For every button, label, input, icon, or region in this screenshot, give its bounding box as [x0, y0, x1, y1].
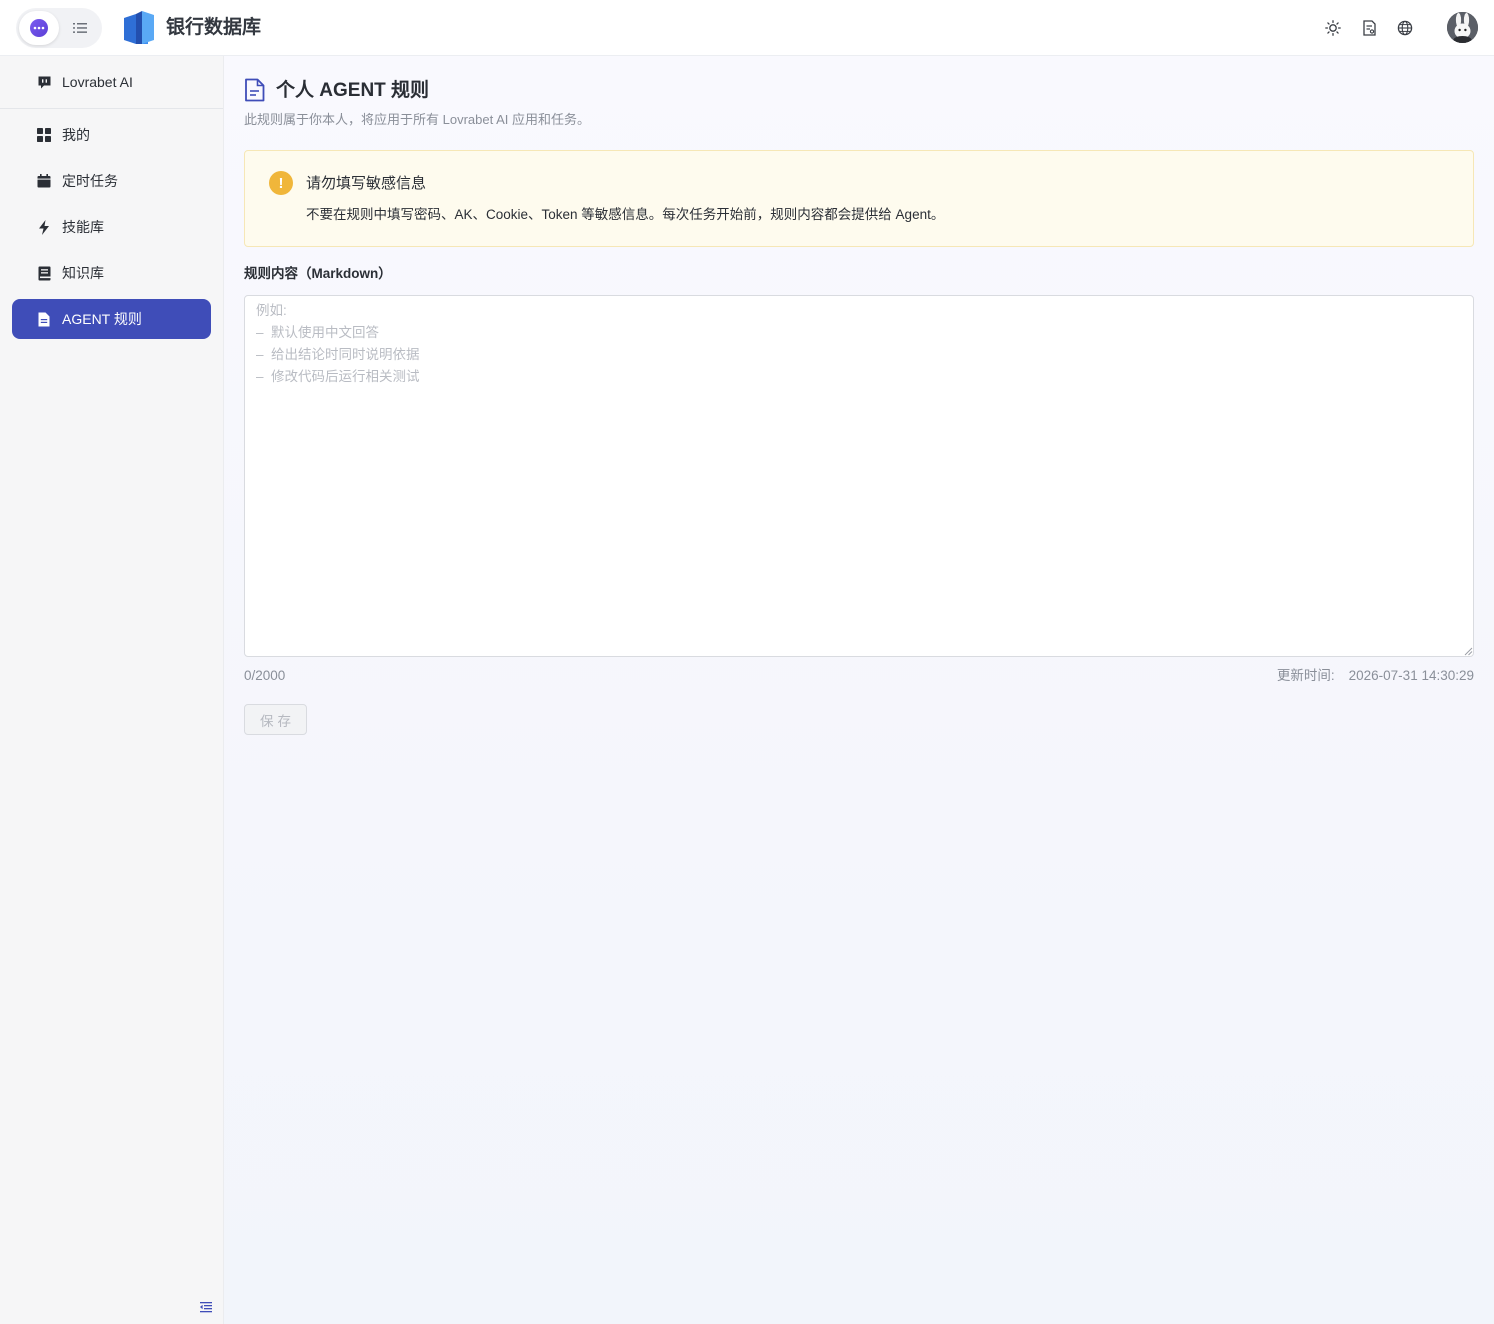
- chat-mode-icon: [30, 19, 48, 37]
- globe-icon: [1397, 20, 1413, 36]
- exclamation-icon: !: [269, 171, 293, 195]
- document-icon: [36, 311, 52, 327]
- document-icon: [245, 78, 265, 102]
- main-content: 个人 AGENT 规则 此规则属于你本人，将应用于所有 Lovrabet AI …: [224, 56, 1494, 1324]
- theme-toggle-button[interactable]: [1322, 17, 1344, 39]
- page-title: 个人 AGENT 规则: [276, 80, 430, 101]
- sun-icon: [1325, 20, 1341, 36]
- sidebar-item-skills[interactable]: 技能库: [12, 207, 211, 247]
- rabbit-avatar-icon: [1447, 12, 1478, 43]
- top-header: 银行数据库: [0, 0, 1494, 56]
- grid-icon: [36, 127, 52, 143]
- rules-content-textarea[interactable]: [244, 295, 1474, 657]
- rules-content-label: 规则内容（Markdown）: [244, 266, 392, 281]
- sidebar-item-label: AGENT 规则: [62, 311, 142, 327]
- avatar[interactable]: [1447, 12, 1478, 43]
- sidebar-item-label: 我的: [62, 127, 90, 143]
- app-title: 银行数据库: [166, 17, 262, 38]
- sensitive-info-alert: ! 请勿填写敏感信息 不要在规则中填写密码、AK、Cookie、Token 等敏…: [244, 150, 1474, 247]
- sidebar: Lovrabet AI 我的 定时任务 技能库 知识库 AGENT 规则: [0, 56, 224, 1324]
- sidebar-item-label: Lovrabet AI: [62, 74, 133, 90]
- list-mode-icon: [73, 23, 87, 33]
- updated-time: 更新时间: 2026-07-31 14:30:29: [1277, 667, 1474, 685]
- alert-description: 不要在规则中填写密码、AK、Cookie、Token 等敏感信息。每次任务开始前…: [306, 207, 945, 222]
- collapse-sidebar-button[interactable]: [199, 1300, 215, 1316]
- language-button[interactable]: [1394, 17, 1416, 39]
- calendar-icon: [36, 173, 52, 189]
- character-count: 0/2000: [244, 668, 286, 683]
- docs-button[interactable]: [1358, 17, 1380, 39]
- updated-time-value: 2026-07-31 14:30:29: [1348, 668, 1474, 683]
- sidebar-item-mine[interactable]: 我的: [12, 115, 211, 155]
- sidebar-item-label: 定时任务: [62, 173, 118, 189]
- list-mode-button[interactable]: [60, 11, 100, 45]
- updated-time-label: 更新时间:: [1276, 668, 1335, 683]
- alert-title: 请勿填写敏感信息: [306, 175, 427, 192]
- book-icon: [36, 265, 52, 281]
- sidebar-item-label: 知识库: [62, 265, 104, 281]
- sidebar-item-knowledge[interactable]: 知识库: [12, 253, 211, 293]
- collapse-icon: [200, 1302, 212, 1313]
- mode-toggle: [16, 8, 102, 48]
- logo-icon: [124, 11, 154, 44]
- resize-handle-icon[interactable]: [1464, 647, 1473, 656]
- document-icon: [1362, 20, 1376, 36]
- sidebar-item-label: 技能库: [62, 219, 104, 235]
- save-button[interactable]: 保存: [244, 704, 307, 735]
- sidebar-item-agent-rules[interactable]: AGENT 规则: [12, 299, 211, 339]
- chat-mode-button[interactable]: [19, 11, 59, 45]
- sidebar-divider: [0, 108, 223, 109]
- page-subtitle: 此规则属于你本人，将应用于所有 Lovrabet AI 应用和任务。: [244, 112, 590, 127]
- chat-bubble-icon: [36, 74, 52, 90]
- lightning-icon: [36, 219, 52, 235]
- sidebar-item-lovrabet-ai[interactable]: Lovrabet AI: [12, 62, 211, 102]
- sidebar-item-scheduled-tasks[interactable]: 定时任务: [12, 161, 211, 201]
